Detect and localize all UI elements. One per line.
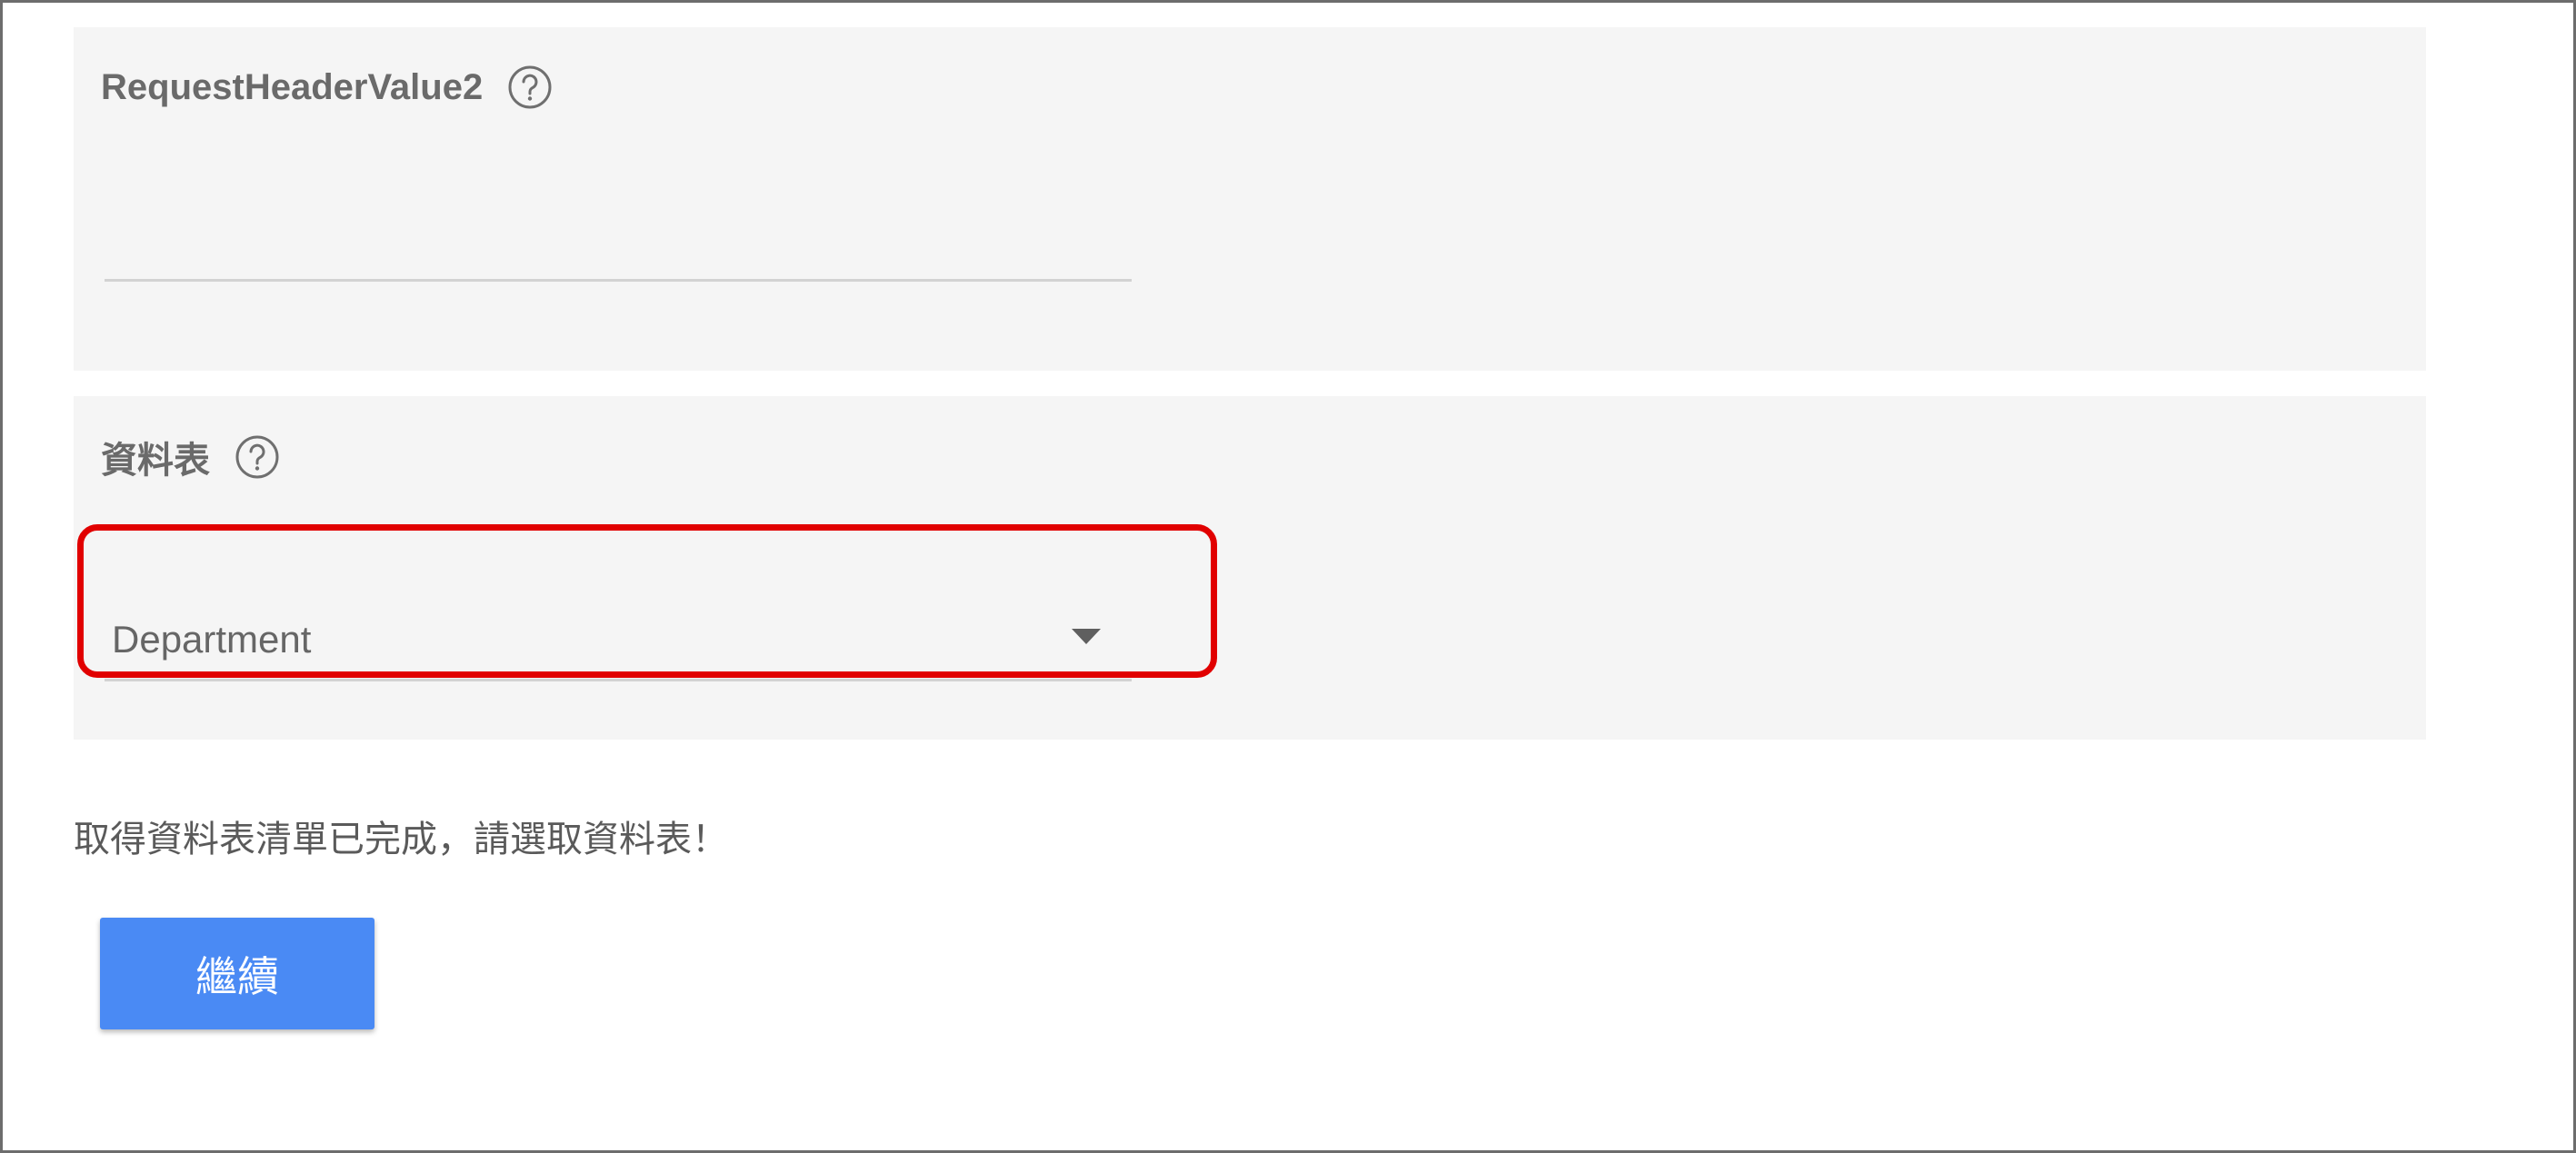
help-icon[interactable]: [234, 433, 281, 481]
request-header-value2-input[interactable]: [105, 173, 1132, 282]
request-header-value2-section: RequestHeaderValue2: [74, 27, 2426, 371]
table-label: 資料表: [101, 441, 210, 481]
table-select-section: 資料表 Department: [74, 396, 2426, 740]
continue-button[interactable]: 繼續: [100, 918, 374, 1029]
help-icon[interactable]: [506, 64, 554, 111]
question-circle-icon: [508, 65, 552, 109]
request-header-value2-label: RequestHeaderValue2: [101, 66, 484, 107]
caret-down-icon[interactable]: [1072, 629, 1101, 644]
window-frame: RequestHeaderValue2 資料表 Department 取得資料表…: [0, 0, 2576, 1153]
selected-table-value: Department: [112, 618, 312, 661]
field-label: 資料表: [101, 431, 281, 483]
question-circle-icon: [235, 435, 279, 479]
field-label: RequestHeaderValue2: [101, 64, 554, 111]
table-select-dropdown[interactable]: Department: [105, 551, 1132, 681]
status-message: 取得資料表清單已完成，請選取資料表！: [74, 819, 728, 860]
